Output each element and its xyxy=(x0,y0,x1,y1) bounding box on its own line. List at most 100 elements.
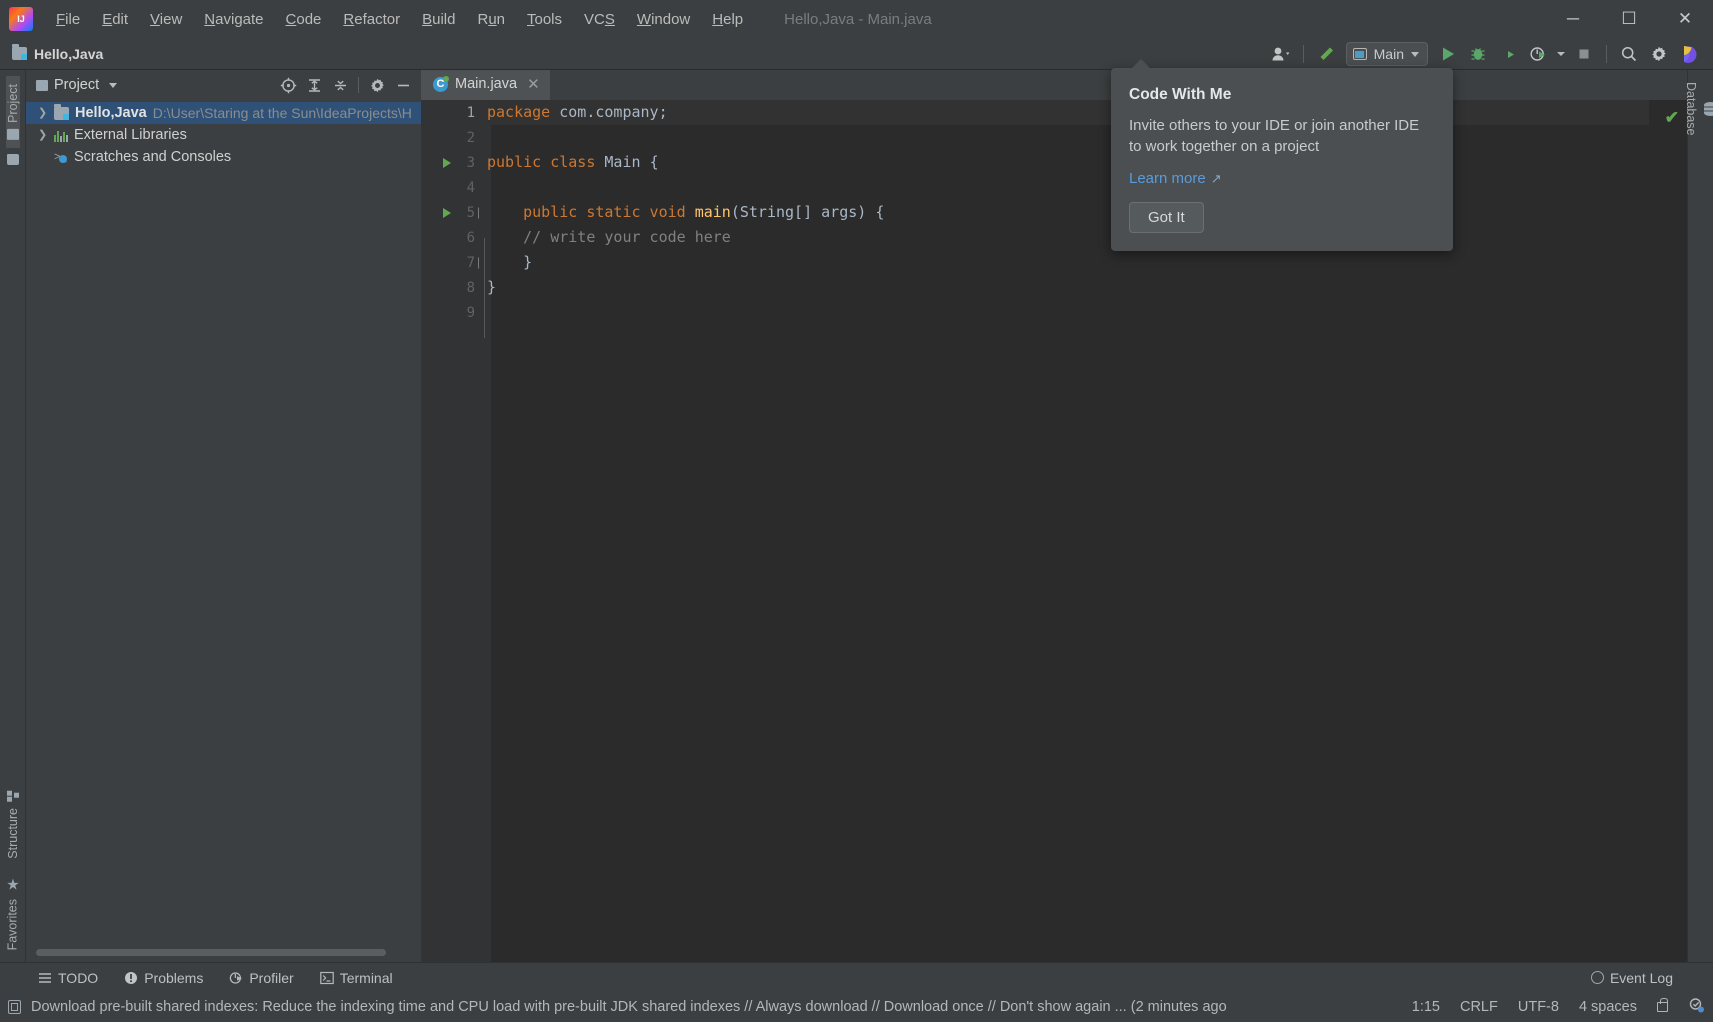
code-line: // write your code here xyxy=(487,225,1649,250)
tool-button-todo[interactable]: TODO xyxy=(34,968,102,988)
tool-button-problems[interactable]: Problems xyxy=(120,968,207,988)
collapse-all-icon[interactable] xyxy=(328,74,352,96)
tool-button-label: Profiler xyxy=(249,969,294,986)
title-bar: FileEditViewNavigateCodeRefactorBuildRun… xyxy=(0,0,1713,38)
learn-more-link[interactable]: Learn more ↗ xyxy=(1129,170,1222,187)
code-text[interactable]: package com.company; public class Main {… xyxy=(479,100,1649,962)
toolbar-divider xyxy=(1302,45,1304,63)
line-number: 8 xyxy=(466,279,475,296)
gear-icon[interactable] xyxy=(1645,41,1673,67)
menu-item-run[interactable]: Run xyxy=(466,7,516,32)
inspection-gutter: ✔ xyxy=(1649,100,1687,962)
build-hammer-icon[interactable] xyxy=(1312,41,1340,67)
indent-widget[interactable]: 4 spaces xyxy=(1579,999,1637,1015)
chevron-right-icon[interactable]: ❯ xyxy=(38,129,47,141)
code-line: public class Main { xyxy=(487,150,1649,175)
expand-all-icon[interactable] xyxy=(302,74,326,96)
close-icon[interactable]: ✕ xyxy=(527,75,540,93)
run-gutter-icon[interactable] xyxy=(443,157,451,168)
profile-dropdown-icon[interactable] xyxy=(1554,41,1568,67)
run-configuration-selector[interactable]: Main xyxy=(1345,42,1428,66)
sidebar-item-folder[interactable] xyxy=(6,148,19,171)
code-token: com.company; xyxy=(559,103,668,121)
menu-item-window[interactable]: Window xyxy=(626,7,701,32)
profile-button[interactable] xyxy=(1524,41,1552,67)
editor-tab-main-java[interactable]: Main.java ✕ xyxy=(421,70,550,100)
menu-item-code[interactable]: Code xyxy=(275,7,333,32)
inspection-widget-icon[interactable] xyxy=(1688,997,1705,1018)
gutter-line: 5− xyxy=(421,200,489,225)
window-controls: ─ ☐ ✕ xyxy=(1545,0,1713,38)
run-gutter-icon[interactable] xyxy=(443,207,451,218)
got-it-button[interactable]: Got It xyxy=(1129,202,1204,233)
menu-item-view[interactable]: View xyxy=(139,7,193,32)
encoding-widget[interactable]: UTF-8 xyxy=(1518,999,1559,1015)
close-button[interactable]: ✕ xyxy=(1657,0,1713,38)
lock-icon[interactable] xyxy=(1657,998,1668,1012)
run-config-icon xyxy=(1352,48,1367,60)
window-title: Hello,Java - Main.java xyxy=(784,10,932,28)
hide-panel-icon[interactable] xyxy=(391,74,415,96)
caret-position-widget[interactable]: 1:15 xyxy=(1412,999,1440,1015)
folder-icon xyxy=(6,153,19,165)
search-icon[interactable] xyxy=(1615,41,1643,67)
external-link-icon: ↗ xyxy=(1210,170,1222,186)
menu-item-navigate[interactable]: Navigate xyxy=(193,7,274,32)
sidebar-item-database[interactable]: Database xyxy=(1684,74,1713,144)
tool-button-terminal[interactable]: Terminal xyxy=(316,968,397,988)
minimize-button[interactable]: ─ xyxy=(1545,0,1601,38)
project-panel-toolbar xyxy=(276,74,415,96)
right-tool-window-strip: Database xyxy=(1684,70,1713,962)
line-number: 5 xyxy=(466,204,475,221)
line-separator-widget[interactable]: CRLF xyxy=(1460,999,1498,1015)
problems-icon xyxy=(125,971,138,984)
maximize-button[interactable]: ☐ xyxy=(1601,0,1657,38)
tree-node[interactable]: ❯ External Libraries xyxy=(26,124,421,146)
select-opened-file-icon[interactable] xyxy=(276,74,300,96)
menu-item-build[interactable]: Build xyxy=(411,7,466,32)
run-button[interactable] xyxy=(1434,41,1462,67)
profiler-icon xyxy=(230,971,243,984)
ide-feature-trainer-icon[interactable] xyxy=(1675,41,1703,67)
toolbar-divider-2 xyxy=(1606,45,1607,63)
code-token: // write your code here xyxy=(487,228,731,246)
code-with-me-popup: Code With Me Invite others to your IDE o… xyxy=(1111,59,1453,251)
menu-item-vcs[interactable]: VCS xyxy=(573,7,626,32)
tree-node[interactable]: ❯ Hello,Java D:\User\Staring at the Sun\Id… xyxy=(26,102,421,124)
run-with-coverage-button[interactable] xyxy=(1494,41,1522,67)
menu-item-tools[interactable]: Tools xyxy=(516,7,573,32)
breadcrumb[interactable]: Hello,Java xyxy=(12,44,103,62)
tool-button-profiler[interactable]: Profiler xyxy=(225,968,297,988)
line-number: 1 xyxy=(466,104,475,121)
structure-icon xyxy=(6,790,19,802)
project-panel-title: Project xyxy=(54,77,100,93)
java-class-icon xyxy=(433,75,449,92)
code-with-me-icon[interactable] xyxy=(1267,41,1295,67)
sidebar-item-project[interactable]: Project xyxy=(5,76,20,148)
menu-item-file[interactable]: File xyxy=(45,7,91,32)
chevron-down-icon[interactable] xyxy=(109,82,118,88)
navigation-bar: Hello,Java Main xyxy=(0,38,1713,70)
sidebar-item-structure[interactable]: Structure xyxy=(6,783,20,867)
status-message[interactable]: Download pre-built shared indexes: Reduc… xyxy=(31,999,1227,1015)
left-tool-window-strip: Project Structure Favorites ★ xyxy=(0,70,26,962)
menu-item-refactor[interactable]: Refactor xyxy=(332,7,411,32)
debug-button[interactable] xyxy=(1464,41,1492,67)
line-number: 3 xyxy=(466,154,475,171)
menu-item-help[interactable]: Help xyxy=(701,7,754,32)
editor-area: Main.java ✕ 1 2 3 4 5− 6 7⌂ 8 9 package com.comp… xyxy=(421,70,1687,962)
editor-gutter: 1 2 3 4 5− 6 7⌂ 8 9 xyxy=(421,100,489,962)
menu-item-edit[interactable]: Edit xyxy=(91,7,139,32)
settings-gear-icon[interactable] xyxy=(365,74,389,96)
sidebar-item-favorites[interactable]: Favorites ★ xyxy=(4,867,21,958)
stop-button[interactable] xyxy=(1570,41,1598,67)
tool-button-event-log[interactable]: Event Log xyxy=(1590,970,1673,986)
project-tree-horizontal-scrollbar[interactable] xyxy=(36,949,386,956)
chevron-right-icon[interactable]: ❯ xyxy=(38,107,47,119)
notification-icon[interactable] xyxy=(8,1000,21,1014)
code-line: } xyxy=(487,275,1649,300)
inspection-ok-icon[interactable]: ✔ xyxy=(1665,108,1679,128)
tool-button-label: Terminal xyxy=(339,969,393,986)
tree-node[interactable]: >_ Scratches and Consoles xyxy=(26,146,421,168)
